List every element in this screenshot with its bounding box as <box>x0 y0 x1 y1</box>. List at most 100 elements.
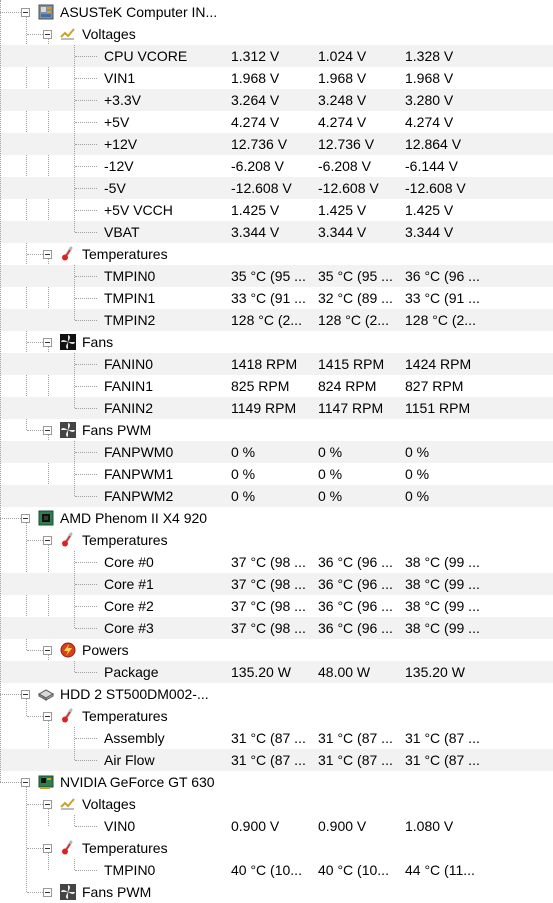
value-current: 3.344 V <box>231 224 280 240</box>
node-label: VIN0 <box>104 818 136 834</box>
collapse-toggle-icon[interactable] <box>43 536 52 545</box>
thermometer-icon <box>60 246 76 262</box>
hardware-node[interactable]: NVIDIA GeForce GT 630 <box>0 771 553 793</box>
value-max: 1424 RPM <box>405 356 472 372</box>
node-label: Core #3 <box>104 620 154 636</box>
value-max: 1.080 V <box>405 818 454 834</box>
value-max: 1.968 V <box>405 70 454 86</box>
sensor-group-node[interactable]: Fans PWM <box>0 419 553 441</box>
value-max: 38 °C (99 ... <box>405 554 480 570</box>
cpu-icon <box>38 510 54 526</box>
tree-connector <box>74 859 75 870</box>
value-max: 33 °C (91 ... <box>405 290 480 306</box>
tree-connector <box>75 826 97 827</box>
collapse-toggle-icon[interactable] <box>43 844 52 853</box>
sensor-group-node[interactable]: Temperatures <box>0 529 553 551</box>
node-label: +12V <box>104 136 138 152</box>
collapse-toggle-icon[interactable] <box>43 646 52 655</box>
value-min: 36 °C (96 ... <box>318 576 393 592</box>
value-current: -6.208 V <box>231 158 284 174</box>
value-current: 1.312 V <box>231 48 280 64</box>
sensor-group-node[interactable]: Powers <box>0 639 553 661</box>
node-label: Assembly <box>104 730 165 746</box>
sensor-group-node[interactable]: Voltages <box>0 23 553 45</box>
collapse-toggle-icon[interactable] <box>21 778 30 787</box>
collapse-toggle-icon[interactable] <box>43 800 52 809</box>
tree-connector <box>75 584 97 585</box>
hardware-node[interactable]: HDD 2 ST500DM002-... <box>0 683 553 705</box>
tree-connector <box>75 232 97 233</box>
tree-connector <box>75 298 97 299</box>
tree-connector <box>75 738 97 739</box>
sensor-group-node[interactable]: Temperatures <box>0 243 553 265</box>
node-label: Core #2 <box>104 598 154 614</box>
value-min: -12.608 V <box>318 180 379 196</box>
value-max: 4.274 V <box>405 114 454 130</box>
hardware-node[interactable]: ASUSTeK Computer IN... <box>0 1 553 23</box>
tree-connector <box>75 606 97 607</box>
value-current: 0.900 V <box>231 818 280 834</box>
collapse-toggle-icon[interactable] <box>21 8 30 17</box>
collapse-toggle-icon[interactable] <box>43 888 52 897</box>
tree-connector <box>27 254 43 255</box>
tree-connector <box>75 760 97 761</box>
value-max: 31 °C (87 ... <box>405 752 480 768</box>
value-current: 31 °C (87 ... <box>231 730 306 746</box>
sensor-group-node[interactable]: Fans <box>0 331 553 353</box>
node-label: NVIDIA GeForce GT 630 <box>60 774 215 790</box>
tree-connector <box>75 452 97 453</box>
node-label: FANPWM0 <box>104 444 174 460</box>
node-label: Voltages <box>82 26 136 42</box>
node-label: +5V VCCH <box>104 202 173 218</box>
motherboard-icon <box>38 4 54 20</box>
sensor-group-node[interactable]: Fans PWM <box>0 881 553 903</box>
sensor-tree[interactable]: ASUSTeK Computer IN... Voltages CPU VCORE 1… <box>0 0 553 901</box>
node-label: TMPIN2 <box>104 312 156 328</box>
value-current: -12.608 V <box>231 180 292 196</box>
value-current: 1418 RPM <box>231 356 298 372</box>
value-min: 31 °C (87 ... <box>318 730 393 746</box>
value-min: 0.900 V <box>318 818 367 834</box>
node-label: Temperatures <box>82 246 168 262</box>
value-min: 0 % <box>318 444 343 460</box>
collapse-toggle-icon[interactable] <box>43 426 52 435</box>
tree-connector <box>27 34 43 35</box>
value-max: 0 % <box>405 466 430 482</box>
value-min: 1415 RPM <box>318 356 385 372</box>
node-label: ASUSTeK Computer IN... <box>60 4 218 20</box>
node-label: -12V <box>104 158 134 174</box>
sensor-group-node[interactable]: Temperatures <box>0 705 553 727</box>
value-current: 1149 RPM <box>231 400 297 416</box>
value-max: -12.608 V <box>405 180 466 196</box>
value-current: 135.20 W <box>231 664 291 680</box>
node-label: FANIN0 <box>104 356 154 372</box>
collapse-toggle-icon[interactable] <box>43 712 52 721</box>
collapse-toggle-icon[interactable] <box>21 514 30 523</box>
value-min: 3.344 V <box>318 224 367 240</box>
node-label: Temperatures <box>82 708 168 724</box>
value-min: 35 °C (95 ... <box>318 268 393 284</box>
tree-connector <box>75 100 97 101</box>
collapse-toggle-icon[interactable] <box>43 338 52 347</box>
node-label: CPU VCORE <box>104 48 188 64</box>
tree-connector <box>75 276 97 277</box>
value-current: 37 °C (98 ... <box>231 576 306 592</box>
hardware-node[interactable]: AMD Phenom II X4 920 <box>0 507 553 529</box>
fan-pwm-icon <box>60 884 76 900</box>
value-current: 0 % <box>231 466 256 482</box>
collapse-toggle-icon[interactable] <box>43 30 52 39</box>
node-label: VIN1 <box>104 70 136 86</box>
gpu-icon <box>38 774 54 790</box>
value-max: 38 °C (99 ... <box>405 576 480 592</box>
sensor-group-node[interactable]: Temperatures <box>0 837 553 859</box>
tree-connector <box>0 782 21 783</box>
tree-connector <box>27 430 43 431</box>
collapse-toggle-icon[interactable] <box>43 250 52 259</box>
node-label: Air Flow <box>104 752 155 768</box>
value-max: 128 °C (2... <box>405 312 476 328</box>
value-max: 0 % <box>405 444 430 460</box>
node-label: TMPIN0 <box>104 862 156 878</box>
collapse-toggle-icon[interactable] <box>21 690 30 699</box>
sensor-group-node[interactable]: Voltages <box>0 793 553 815</box>
node-label: AMD Phenom II X4 920 <box>60 510 208 526</box>
